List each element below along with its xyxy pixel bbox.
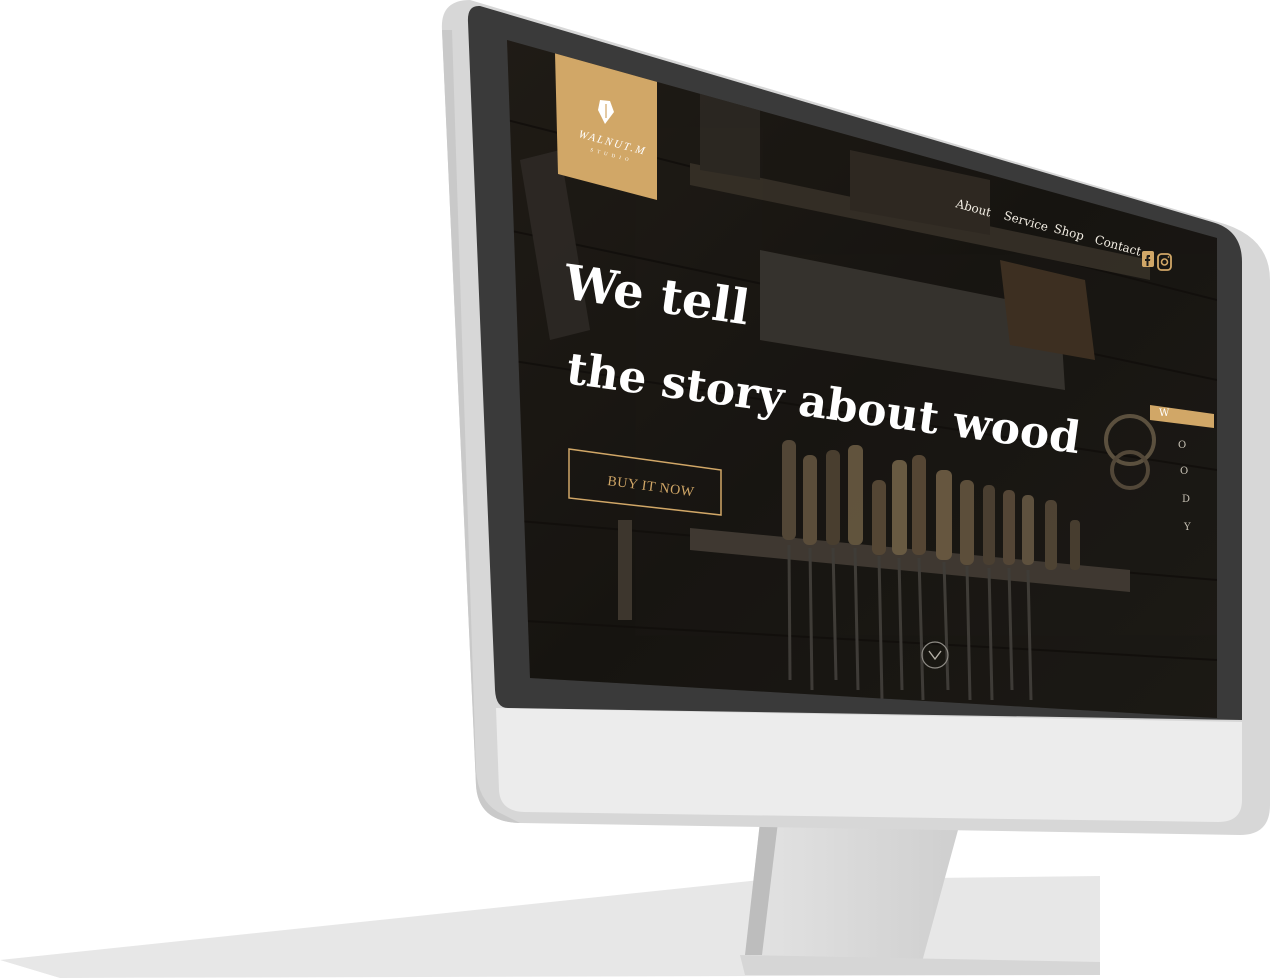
facebook-icon[interactable] xyxy=(1142,251,1154,267)
side-letter-3: O xyxy=(1180,466,1188,477)
side-letter-1: W xyxy=(1159,408,1170,419)
side-letter-5: Y xyxy=(1183,522,1191,533)
imac-mockup: WALNUT.M S T U D I O About Service Shop … xyxy=(0,0,1270,978)
side-letter-2: O xyxy=(1178,440,1186,451)
side-letter-4: D xyxy=(1182,494,1190,505)
